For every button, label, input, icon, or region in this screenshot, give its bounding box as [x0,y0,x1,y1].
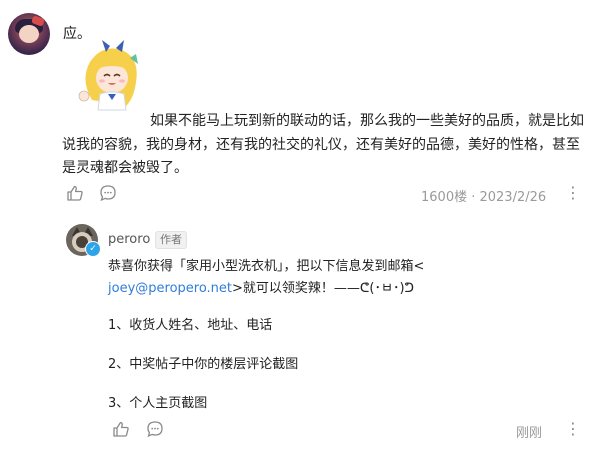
reply-line-2: joey@peropero.net>就可以领奖辣！——ᕦ(･ㅂ･)ᕤ [108,278,414,300]
thumbs-up-icon[interactable] [112,420,130,438]
comment-icon[interactable] [146,420,164,438]
info-item: 3、个人主页截图 [108,396,208,411]
comment-body: 如果不能马上玩到新的联动的话，那么我的一些美好的品质，就是比如说我的容貌，我的身… [62,113,584,176]
reply-line-1: 恭喜你获得「家用小型洗衣机」，把以下信息发到邮箱< [108,259,425,274]
verified-icon: ✓ [85,241,101,257]
thumbs-up-icon[interactable] [66,184,84,202]
email-link[interactable]: joey@peropero.net [108,281,232,296]
author-badge: 作者 [155,231,187,249]
more-icon[interactable]: ⋮ [565,185,581,201]
author-username[interactable]: peroro [108,232,150,247]
more-icon[interactable]: ⋮ [565,421,581,437]
anime-sticker-image [78,40,138,111]
commenter-avatar[interactable] [8,13,50,55]
comment-icon[interactable] [99,184,117,202]
reply-line-2-suffix: >就可以领奖辣！——ᕦ(･ㅂ･)ᕤ [232,281,415,296]
reply-time: 刚刚 [516,426,543,441]
info-item: 1、收货人姓名、地址、电话 [108,318,273,333]
floor-and-date: 1600楼 · 2023/2/26 [421,190,547,205]
info-item: 2、中奖帖子中你的楼层评论截图 [108,357,299,372]
